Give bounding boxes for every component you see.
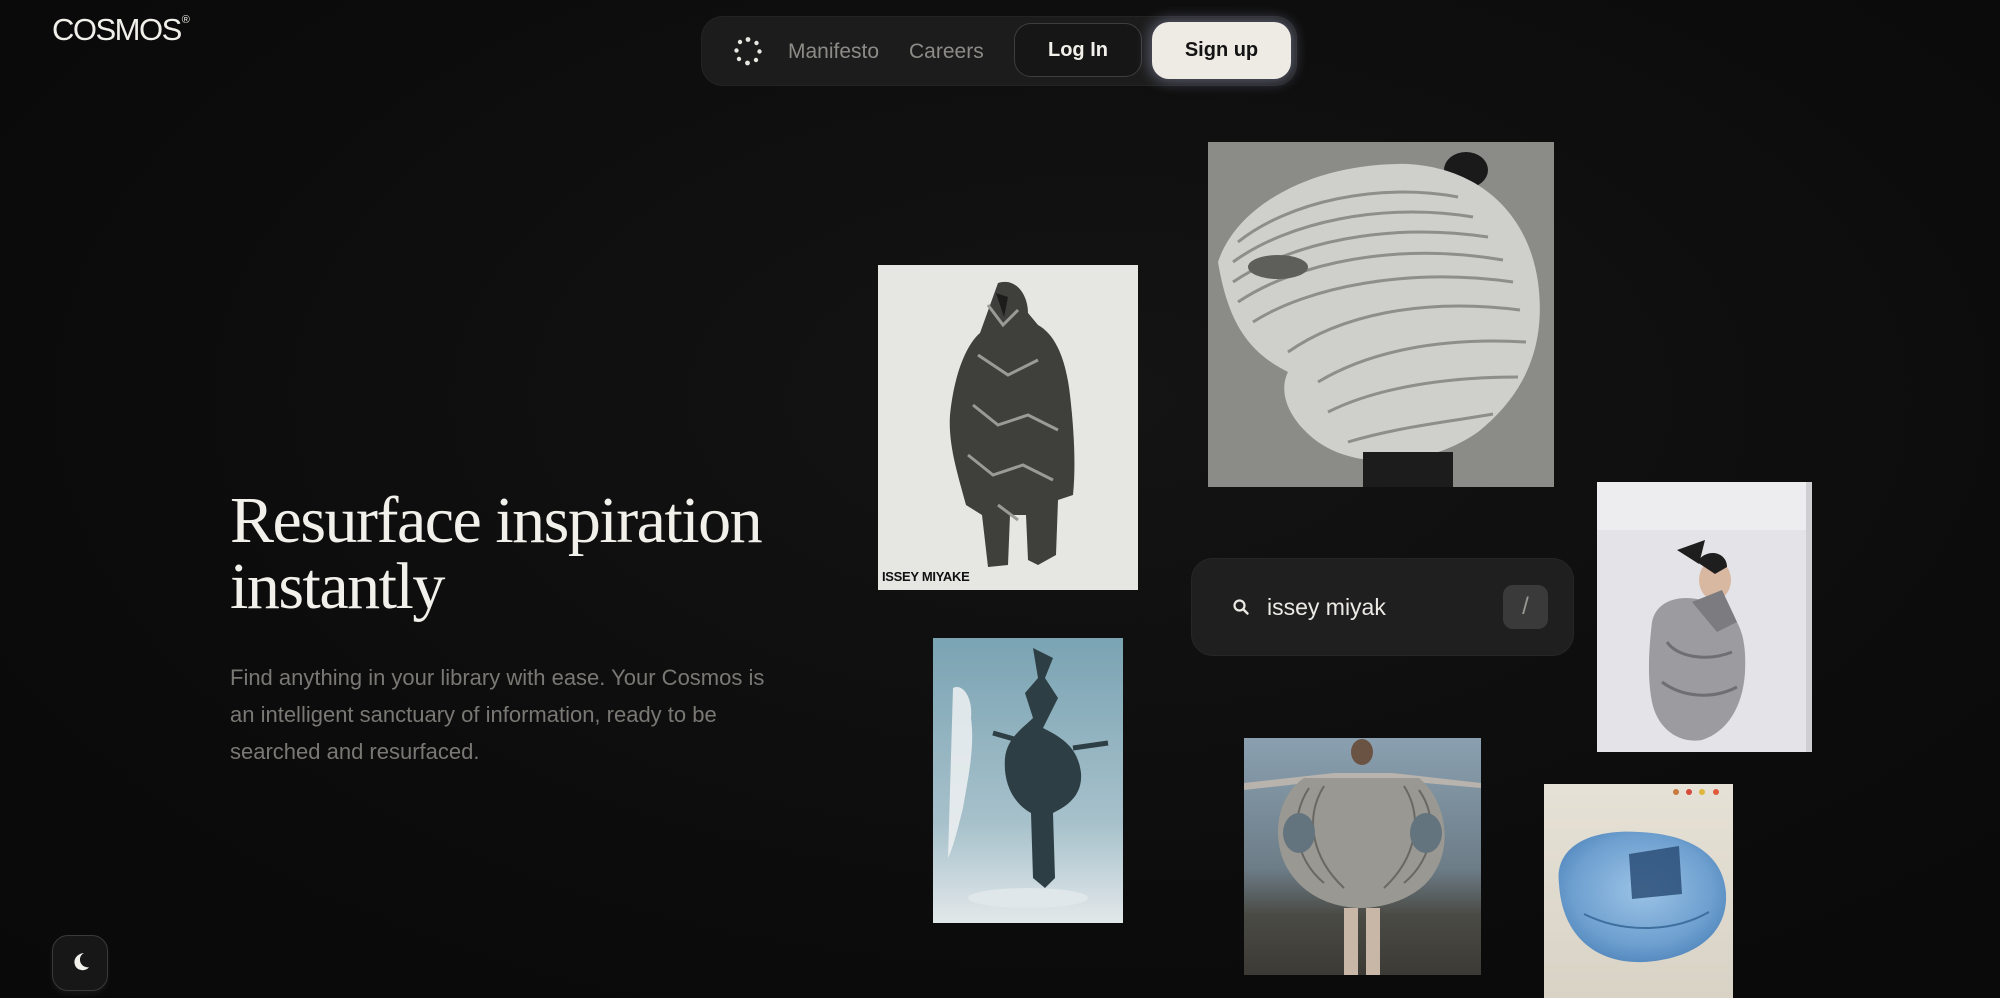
login-button[interactable]: Log In <box>1014 23 1142 77</box>
landing-page: COSMOS® Manifesto Careers Log In Sign up… <box>0 0 2000 998</box>
nav-link-careers[interactable]: Careers <box>909 40 984 64</box>
image-card-dancer[interactable] <box>933 638 1123 923</box>
poster-caption: ISSEY MIYAKE <box>882 569 970 584</box>
image-card-pleated-dress[interactable] <box>1244 738 1481 975</box>
image-card-miyake-poster[interactable]: ISSEY MIYAKE <box>878 265 1138 590</box>
hero-title: Resurface inspiration instantly <box>230 488 850 620</box>
search-shortcut-key: / <box>1503 585 1548 629</box>
moon-icon <box>69 950 91 977</box>
image-card-puffer-figure[interactable] <box>1597 482 1812 752</box>
brand-logo[interactable]: COSMOS® <box>52 12 190 48</box>
signup-button[interactable]: Sign up <box>1152 22 1291 79</box>
top-nav: Manifesto Careers Log In Sign up <box>701 16 1297 86</box>
search-input[interactable] <box>1267 587 1487 627</box>
theme-toggle-button[interactable] <box>52 935 108 991</box>
hero-title-line-1: Resurface inspiration <box>230 484 763 557</box>
dots-circle-icon[interactable] <box>733 36 763 66</box>
image-card-pleated-sculpture[interactable] <box>1208 142 1554 487</box>
search-box[interactable]: / <box>1191 558 1574 656</box>
image-card-blue-object[interactable] <box>1544 784 1733 998</box>
hero-subtitle: Find anything in your library with ease.… <box>230 665 765 764</box>
search-icon <box>1232 598 1250 616</box>
brand-name: COSMOS <box>52 12 182 47</box>
hero-title-line-2: instantly <box>230 550 445 623</box>
nav-link-manifesto[interactable]: Manifesto <box>788 40 879 64</box>
registered-mark: ® <box>181 13 190 26</box>
